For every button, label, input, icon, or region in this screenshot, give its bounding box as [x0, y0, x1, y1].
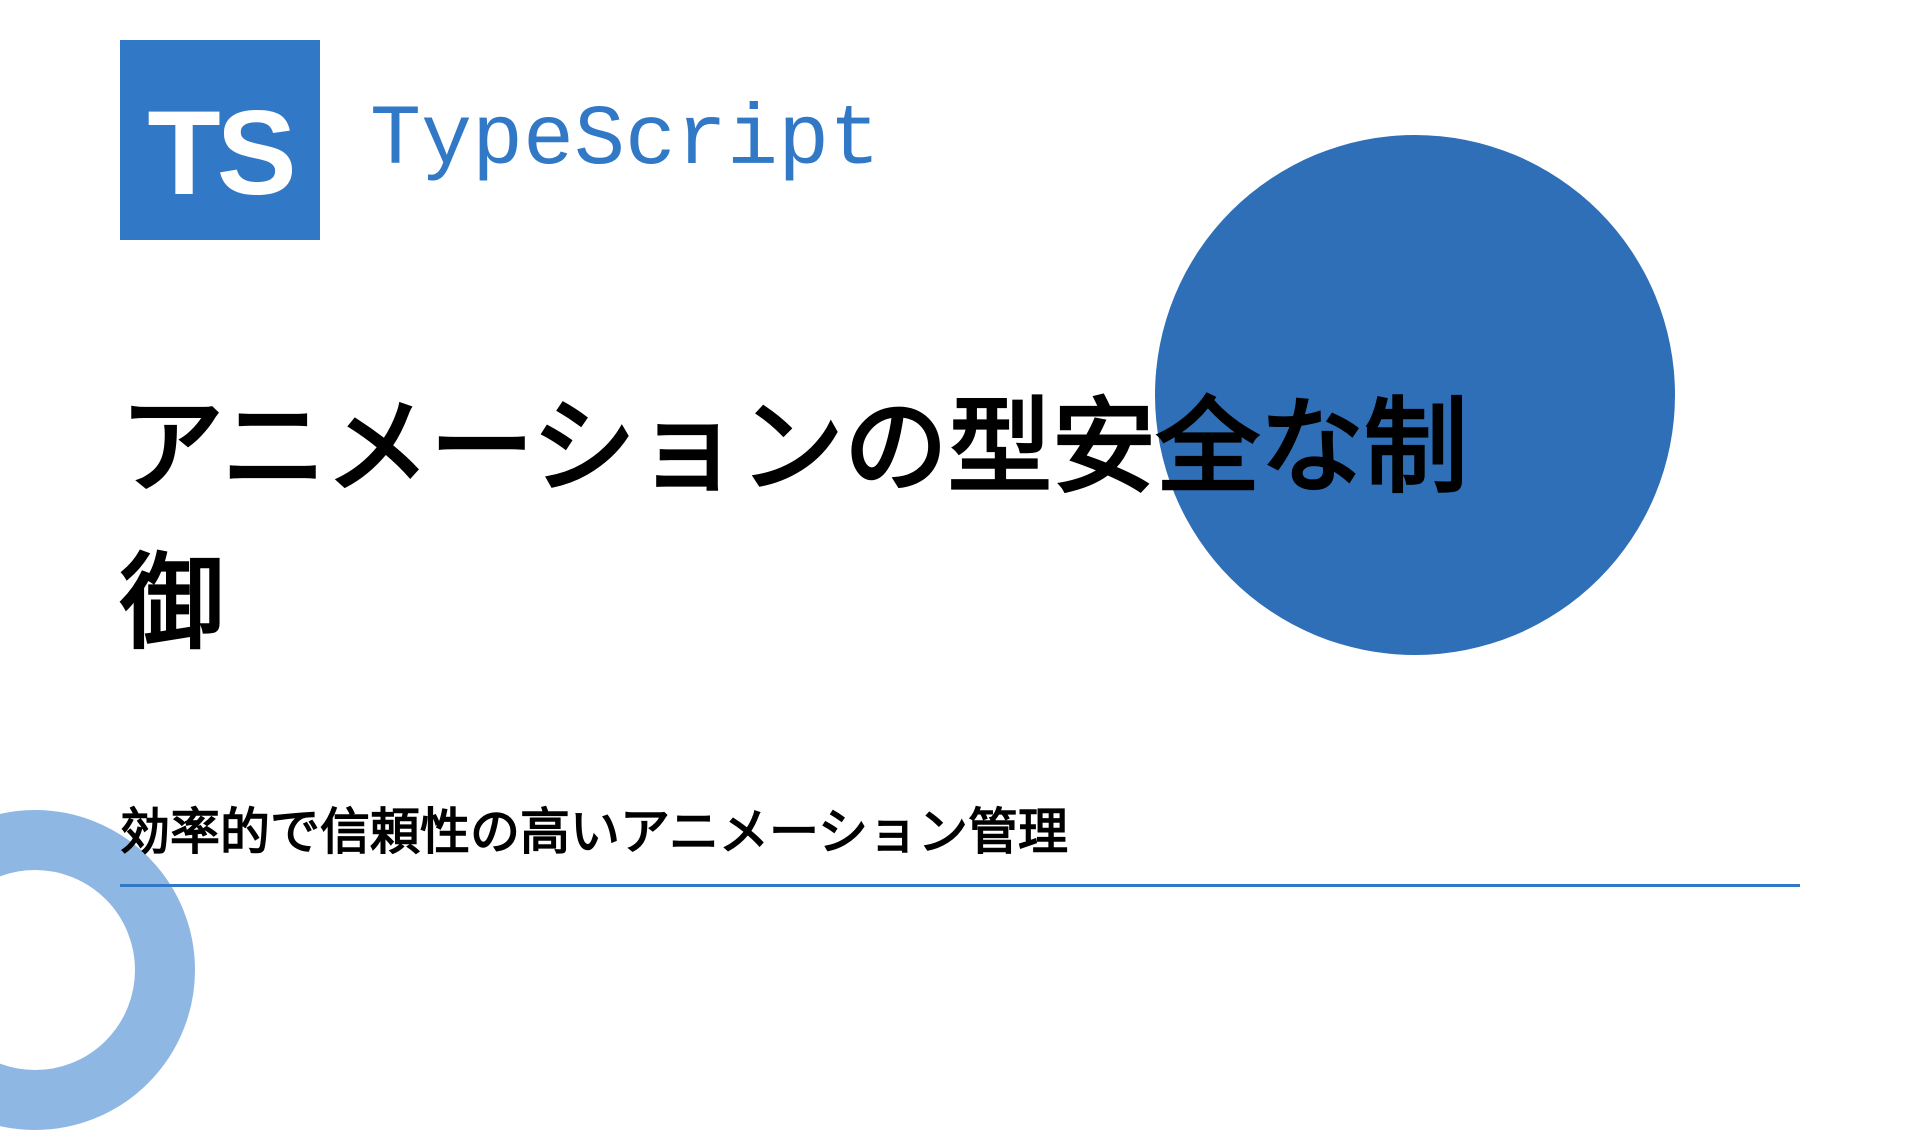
logo-text: TS — [147, 84, 292, 222]
subtitle-section: 効率的で信頼性の高いアニメーション管理 — [120, 792, 1800, 887]
slide-container: TS TypeScript アニメーションの型安全な制御 効率的で信頼性の高いア… — [0, 0, 1920, 1080]
slide-subtitle: 効率的で信頼性の高いアニメーション管理 — [120, 792, 1800, 884]
subtitle-divider — [120, 884, 1800, 887]
slide-header: TS TypeScript — [120, 40, 1800, 240]
brand-label: TypeScript — [370, 92, 880, 189]
slide-title: アニメーションの型安全な制御 — [120, 370, 1520, 682]
typescript-logo-icon: TS — [120, 40, 320, 240]
